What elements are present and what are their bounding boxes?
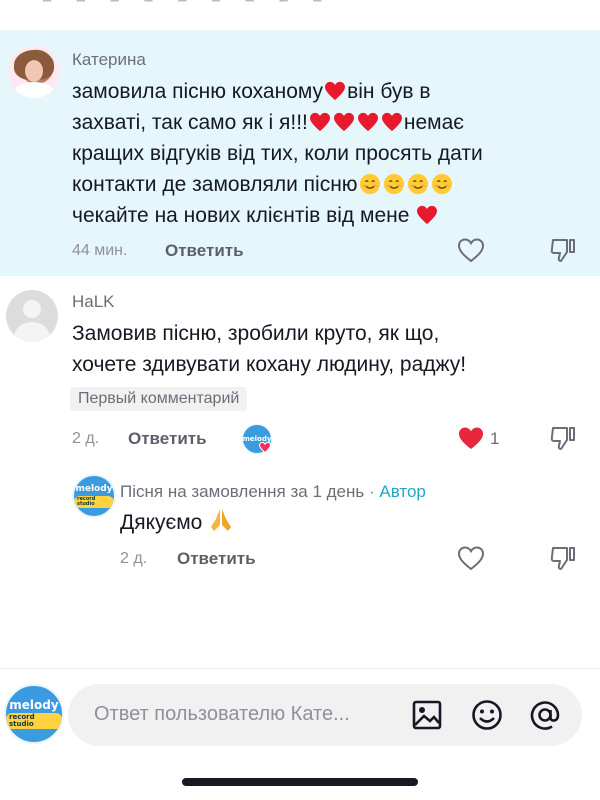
reply-item-author: melody record studio Пісня на замовлення… — [0, 470, 600, 590]
reply-input-placeholder: Ответ пользователю Кате... — [94, 703, 350, 725]
mention-icon[interactable] — [528, 698, 562, 732]
prayer-hands-emoji-icon — [211, 509, 232, 531]
avatar[interactable] — [6, 290, 58, 342]
comment-item-katerina: Катерина замовила пісню коханому він був … — [0, 30, 600, 276]
emoji-icon[interactable] — [470, 698, 504, 732]
smile-emoji-icon — [431, 173, 452, 195]
comment-time: 44 мин. — [72, 242, 128, 259]
image-icon[interactable] — [410, 698, 444, 732]
red-heart-emoji-icon — [309, 112, 330, 132]
avatar[interactable]: melody record studio — [72, 474, 116, 518]
reply-time: 2 д. — [120, 550, 148, 567]
like-count: 1 — [490, 429, 500, 448]
reply-button[interactable]: Ответить — [177, 549, 256, 569]
heart-filled-icon[interactable] — [456, 424, 486, 452]
smile-emoji-icon — [359, 173, 380, 195]
dislike-icon[interactable] — [548, 424, 578, 452]
cropped-content: ⁃ ⁃ ⁃ ⁃ ⁃ ⁃ ⁃ ⁃ ⁃ — [40, 0, 331, 16]
red-heart-emoji-icon — [417, 205, 438, 225]
author-badge: · Автор — [369, 482, 426, 501]
reply-text: Дякуємо — [120, 507, 234, 538]
dislike-icon[interactable] — [548, 544, 578, 572]
comment-time: 2 д. — [72, 430, 100, 447]
avatar[interactable] — [8, 46, 60, 98]
reply-input[interactable]: Ответ пользователю Кате... — [68, 684, 582, 746]
red-heart-emoji-icon — [381, 112, 402, 132]
comment-author[interactable]: Катерина — [72, 50, 146, 70]
heart-outline-icon[interactable] — [456, 544, 486, 572]
red-heart-emoji-icon — [333, 112, 354, 132]
reply-button[interactable]: Ответить — [128, 429, 207, 449]
heart-filled-icon — [259, 442, 271, 453]
comment-text: Замовив пісню, зробили круто, як що, хоч… — [72, 322, 467, 376]
smile-emoji-icon — [383, 173, 404, 195]
dislike-icon[interactable] — [548, 236, 578, 264]
current-user-avatar[interactable]: melody record studio — [4, 684, 64, 744]
comment-item-halk: HaLK Замовив пісню, зробили круто, як що… — [0, 282, 600, 462]
home-indicator — [182, 778, 418, 786]
reply-author[interactable]: Пісня на замовлення за 1 день · Автор — [120, 482, 426, 502]
red-heart-emoji-icon — [325, 81, 346, 101]
reply-button[interactable]: Ответить — [165, 241, 244, 261]
smile-emoji-icon — [407, 173, 428, 195]
heart-outline-icon[interactable] — [456, 236, 486, 264]
first-comment-badge: Первый комментарий — [70, 387, 248, 411]
red-heart-emoji-icon — [357, 112, 378, 132]
previous-comment-fragment: ⁃ ⁃ ⁃ ⁃ ⁃ ⁃ ⁃ ⁃ ⁃ — [0, 0, 600, 30]
divider — [0, 668, 600, 669]
comment-text: замовила пісню коханому він був в захваті… — [72, 80, 483, 227]
comment-author[interactable]: HaLK — [72, 292, 115, 312]
